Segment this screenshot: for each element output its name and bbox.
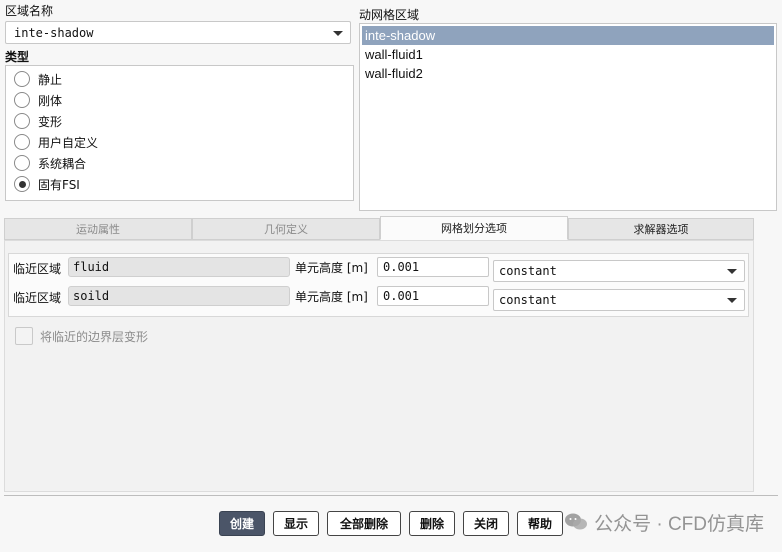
zone-name-label: 区域名称 — [5, 4, 54, 18]
radio-circle-icon — [14, 71, 30, 87]
tab-solver-options[interactable]: 求解器选项 — [568, 218, 754, 240]
help-button[interactable]: 帮助 — [517, 511, 563, 536]
list-item[interactable]: inte-shadow — [362, 26, 774, 45]
cell-height-input[interactable]: 0.001 — [377, 286, 489, 306]
tab-geometry-definition[interactable]: 几何定义 — [192, 218, 380, 240]
radio-intrinsic-fsi[interactable]: 固有FSI — [14, 174, 80, 194]
radio-user-defined[interactable]: 用户自定义 — [14, 132, 98, 152]
radio-stationary[interactable]: 静止 — [14, 69, 62, 89]
radio-label: 刚体 — [38, 93, 63, 108]
checkbox-icon — [15, 327, 33, 345]
radio-label: 系统耦合 — [38, 156, 87, 171]
zone-name-select[interactable]: inte-shadow — [5, 21, 351, 44]
radio-deforming[interactable]: 变形 — [14, 111, 62, 131]
deform-adjacent-boundary-layer-checkbox[interactable]: 将临近的边界层变形 — [15, 327, 148, 345]
cell-height-mode-select[interactable]: constant — [493, 289, 745, 311]
radio-circle-icon — [14, 113, 30, 129]
radio-circle-icon — [14, 155, 30, 171]
cell-height-label: 单元高度 [m] — [295, 261, 368, 275]
radio-rigid-body[interactable]: 刚体 — [14, 90, 62, 110]
radio-label: 用户自定义 — [38, 135, 99, 150]
mode-value: constant — [499, 264, 557, 278]
mode-value: constant — [499, 293, 557, 307]
cell-height-input[interactable]: 0.001 — [377, 257, 489, 277]
adjacent-zone-value: soild — [68, 286, 290, 306]
dynamic-zones-list[interactable]: inte-shadow wall-fluid1 wall-fluid2 — [359, 23, 777, 211]
create-button[interactable]: 创建 — [219, 511, 265, 536]
dynamic-zones-label: 动网格区域 — [359, 8, 420, 22]
list-item[interactable]: wall-fluid2 — [362, 64, 774, 83]
zone-name-value: inte-shadow — [14, 25, 94, 40]
tab-meshing-options[interactable]: 网格划分选项 — [380, 216, 568, 240]
divider — [4, 495, 778, 496]
adjacent-zone-label: 临近区域 — [13, 262, 62, 276]
cell-height-label: 单元高度 [m] — [295, 290, 368, 304]
radio-system-coupling[interactable]: 系统耦合 — [14, 153, 86, 173]
adjacent-zone-label: 临近区域 — [13, 291, 62, 305]
list-item[interactable]: wall-fluid1 — [362, 45, 774, 64]
type-group: 静止 刚体 变形 用户自定义 系统耦合 固有FSI — [5, 65, 354, 201]
display-button[interactable]: 显示 — [273, 511, 319, 536]
close-button[interactable]: 关闭 — [463, 511, 509, 536]
radio-circle-icon — [14, 92, 30, 108]
checkbox-label: 将临近的边界层变形 — [40, 329, 149, 344]
chevron-down-icon — [333, 30, 343, 36]
delete-all-button[interactable]: 全部删除 — [327, 511, 401, 536]
radio-label: 变形 — [38, 114, 63, 129]
cell-height-mode-select[interactable]: constant — [493, 260, 745, 282]
adjacent-zone-value: fluid — [68, 257, 290, 277]
watermark-text: 公众号 · CFD仿真库 — [594, 513, 764, 535]
radio-label: 静止 — [38, 72, 63, 87]
chevron-down-icon — [727, 298, 737, 303]
watermark: 公众号 · CFD仿真库 — [564, 509, 764, 535]
chevron-down-icon — [727, 269, 737, 274]
wechat-icon — [564, 512, 588, 532]
delete-button[interactable]: 删除 — [409, 511, 455, 536]
radio-checked-icon — [14, 176, 30, 192]
radio-circle-icon — [14, 134, 30, 150]
radio-label: 固有FSI — [38, 177, 80, 192]
type-group-label: 类型 — [5, 50, 30, 64]
tab-motion-attributes[interactable]: 运动属性 — [4, 218, 192, 240]
